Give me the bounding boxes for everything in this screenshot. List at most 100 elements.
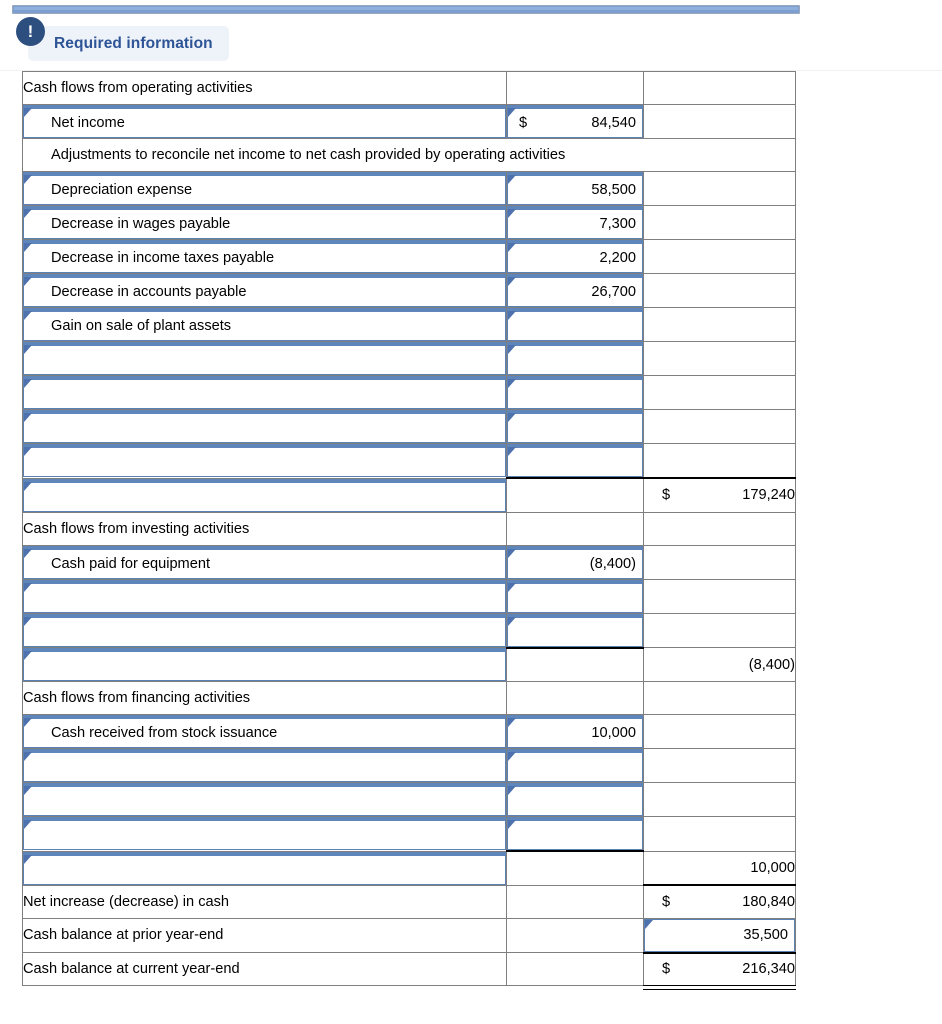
table-row — [22, 341, 796, 376]
table-row — [22, 443, 796, 479]
right-net-increase-in-cash: $ 180,840 — [643, 884, 796, 919]
input-value — [507, 413, 643, 443]
table-row: Adjustments to reconcile net income to n… — [22, 138, 796, 172]
right-input-cell[interactable]: 35,500 — [643, 917, 796, 953]
input-value — [507, 820, 643, 850]
required-information-banner: Required information — [28, 26, 229, 61]
table-row: Cash balance at current year-end $ 216,3… — [22, 951, 797, 991]
section-header-investing: Cash flows from investing activities — [22, 511, 507, 546]
mid-input-cell[interactable] — [506, 341, 644, 376]
mid-cell-empty — [506, 511, 644, 546]
label-dropdown-cell[interactable] — [22, 612, 507, 648]
dropdown-label: Cash paid for equipment — [51, 555, 211, 572]
table-row: Cash received from stock issuance 10,000 — [22, 714, 796, 749]
label-cash-balance-prior-year-end: Cash balance at prior year-end — [22, 917, 507, 953]
currency-symbol: $ — [662, 893, 671, 910]
mid-input-cell[interactable] — [506, 782, 644, 817]
table-row: $ 179,240 — [22, 477, 796, 513]
dropdown-label — [23, 820, 506, 850]
amount: 35,500 — [743, 927, 788, 943]
table-row — [22, 612, 796, 648]
mid-input-cell[interactable] — [506, 578, 644, 614]
mid-input-cell[interactable]: $ 84,540 — [506, 104, 644, 139]
dropdown-label: Net income — [51, 115, 125, 131]
amount: 10,000 — [591, 725, 636, 741]
mid-input-cell[interactable]: 2,200 — [506, 239, 644, 274]
label-dropdown-cell[interactable] — [22, 578, 507, 614]
input-value: 26,700 — [507, 277, 643, 307]
input-value: 10,000 — [507, 718, 643, 748]
cash-flow-statement-table: Cash flows from operating activities Net… — [22, 71, 797, 991]
scrollbar-thumb[interactable] — [14, 7, 798, 10]
mid-input-cell[interactable] — [506, 443, 644, 479]
right-cell-empty — [643, 544, 796, 580]
mid-input-cell[interactable] — [506, 375, 644, 410]
mid-input-cell[interactable]: 26,700 — [506, 273, 644, 308]
input-value: 2,200 — [507, 243, 643, 273]
right-cell-empty — [643, 341, 796, 376]
table-row — [22, 578, 796, 614]
mid-input-cell[interactable]: 58,500 — [506, 171, 644, 206]
label-dropdown-cell[interactable] — [22, 647, 507, 682]
dropdown-label: Gain on sale of plant assets — [51, 318, 232, 334]
required-information-label: Required information — [54, 34, 213, 52]
label-dropdown-cell[interactable] — [22, 409, 507, 444]
mid-input-cell[interactable] — [506, 307, 644, 342]
right-cell-empty — [643, 307, 796, 342]
section-header-operating: Cash flows from operating activities — [22, 71, 507, 105]
dropdown-label — [23, 413, 506, 443]
table-row — [22, 782, 796, 817]
input-value: $ 84,540 — [507, 108, 643, 138]
label-dropdown-cell[interactable] — [22, 850, 507, 886]
mid-input-cell[interactable]: 10,000 — [506, 714, 644, 749]
mid-input-cell[interactable]: 7,300 — [506, 205, 644, 240]
mid-input-cell[interactable] — [506, 409, 644, 444]
amount: 26,700 — [591, 284, 636, 300]
right-cell-empty — [643, 171, 796, 206]
label-dropdown-cell[interactable] — [22, 748, 507, 783]
table-row: Gain on sale of plant assets — [22, 307, 796, 342]
label-dropdown-cell[interactable]: Net income — [22, 104, 507, 139]
right-subtotal-operating: $ 179,240 — [643, 477, 796, 513]
right-cell-empty — [643, 578, 796, 614]
dropdown-label — [23, 752, 506, 782]
table-row: Cash flows from investing activities — [22, 511, 796, 546]
amount: 179,240 — [742, 487, 795, 504]
table-row — [22, 409, 796, 444]
horizontal-scrollbar[interactable] — [12, 5, 800, 14]
label-dropdown-cell[interactable]: Cash paid for equipment — [22, 544, 507, 580]
label-dropdown-cell[interactable] — [22, 375, 507, 410]
right-cell-empty — [643, 273, 796, 308]
mid-input-cell[interactable]: (8,400) — [506, 544, 644, 580]
adjustments-caption: Adjustments to reconcile net income to n… — [22, 138, 796, 172]
dropdown-label: Decrease in income taxes payable — [51, 250, 275, 266]
mid-input-cell[interactable] — [506, 612, 644, 648]
input-value: (8,400) — [507, 549, 643, 579]
section-header-financing: Cash flows from financing activities — [22, 681, 507, 715]
right-subtotal-financing: 10,000 — [643, 850, 796, 886]
input-value — [507, 752, 643, 782]
label-dropdown-cell[interactable]: Decrease in accounts payable — [22, 273, 507, 308]
mid-input-cell[interactable] — [506, 816, 644, 852]
label-dropdown-cell[interactable]: Decrease in wages payable — [22, 205, 507, 240]
label-dropdown-cell[interactable]: Decrease in income taxes payable — [22, 239, 507, 274]
right-cell-empty — [643, 782, 796, 817]
label-dropdown-cell[interactable] — [22, 816, 507, 852]
currency-symbol: $ — [662, 487, 671, 504]
label-dropdown-cell[interactable]: Gain on sale of plant assets — [22, 307, 507, 342]
right-subtotal-investing: (8,400) — [643, 647, 796, 682]
label-dropdown-cell[interactable]: Cash received from stock issuance — [22, 714, 507, 749]
label-dropdown-cell[interactable] — [22, 341, 507, 376]
label-cash-balance-current-year-end: Cash balance at current year-end — [22, 952, 507, 986]
label-dropdown-cell[interactable] — [22, 782, 507, 817]
table-row — [22, 748, 796, 783]
label-dropdown-cell[interactable]: Depreciation expense — [22, 171, 507, 206]
statement-body: Cash flows from operating activities Net… — [22, 71, 797, 991]
table-row: Decrease in accounts payable 26,700 — [22, 273, 796, 308]
table-row — [22, 375, 796, 410]
label-dropdown-cell[interactable] — [22, 477, 507, 513]
mid-input-cell[interactable] — [506, 748, 644, 783]
right-cell-empty — [643, 714, 796, 749]
table-row: Decrease in income taxes payable 2,200 — [22, 239, 796, 274]
label-dropdown-cell[interactable] — [22, 443, 507, 479]
